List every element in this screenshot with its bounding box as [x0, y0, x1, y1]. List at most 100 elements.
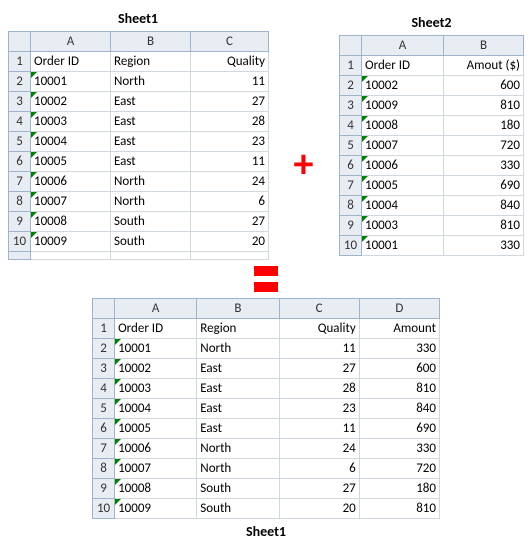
cell[interactable]: 10008 [31, 212, 111, 232]
select-all-corner[interactable] [93, 299, 115, 319]
cell[interactable]: 6 [279, 459, 359, 479]
cell[interactable]: 11 [279, 419, 359, 439]
row-header[interactable]: 4 [93, 379, 115, 399]
cell[interactable]: 690 [443, 176, 523, 196]
cell[interactable]: 10006 [31, 172, 111, 192]
cell[interactable]: 330 [443, 236, 523, 256]
cell[interactable]: 810 [359, 499, 439, 519]
row-header[interactable]: 5 [9, 132, 31, 152]
row-header[interactable]: 9 [9, 212, 31, 232]
row-header[interactable]: 1 [93, 319, 115, 339]
row-header[interactable]: 4 [339, 116, 361, 136]
row-header[interactable]: 10 [93, 499, 115, 519]
row-header[interactable]: 2 [93, 339, 115, 359]
row-header[interactable]: 10 [9, 232, 31, 252]
row-header[interactable]: 3 [93, 359, 115, 379]
cell[interactable]: 10001 [361, 236, 443, 256]
cell[interactable]: 330 [443, 156, 523, 176]
row-header[interactable]: 3 [9, 92, 31, 112]
cell[interactable]: 10005 [31, 152, 111, 172]
row-header[interactable]: 6 [9, 152, 31, 172]
cell[interactable]: 690 [359, 419, 439, 439]
cell[interactable]: 10003 [361, 216, 443, 236]
cell[interactable]: North [111, 172, 191, 192]
row-header[interactable]: 5 [93, 399, 115, 419]
cell[interactable]: North [111, 72, 191, 92]
col-header-B[interactable]: B [443, 36, 523, 56]
cell[interactable]: 27 [191, 92, 269, 112]
cell[interactable]: 10002 [361, 76, 443, 96]
cell[interactable]: 810 [359, 379, 439, 399]
cell[interactable]: 11 [191, 152, 269, 172]
header-cell[interactable]: Order ID [31, 52, 111, 72]
cell[interactable]: 600 [359, 359, 439, 379]
cell[interactable]: 10009 [361, 96, 443, 116]
row-header[interactable]: 8 [339, 196, 361, 216]
cell[interactable]: 10007 [31, 192, 111, 212]
cell[interactable]: South [197, 499, 279, 519]
cell[interactable]: 28 [279, 379, 359, 399]
cell[interactable]: 20 [191, 232, 269, 252]
cell[interactable]: 840 [443, 196, 523, 216]
row-header[interactable]: 8 [9, 192, 31, 212]
header-cell[interactable]: Region [111, 52, 191, 72]
cell[interactable]: 10008 [115, 479, 197, 499]
row-header[interactable]: 7 [93, 439, 115, 459]
col-header-A[interactable]: A [31, 32, 111, 52]
col-header-B[interactable]: B [111, 32, 191, 52]
cell[interactable]: South [111, 232, 191, 252]
cell[interactable]: 20 [279, 499, 359, 519]
col-header-C[interactable]: C [191, 32, 269, 52]
cell[interactable]: South [197, 479, 279, 499]
col-header-D[interactable]: D [359, 299, 439, 319]
cell[interactable]: 27 [279, 359, 359, 379]
cell[interactable]: 10003 [115, 379, 197, 399]
cell[interactable]: 720 [443, 136, 523, 156]
cell[interactable] [191, 252, 269, 260]
cell[interactable]: 330 [359, 439, 439, 459]
row-header[interactable]: 7 [9, 172, 31, 192]
cell[interactable]: 6 [191, 192, 269, 212]
header-cell[interactable]: Amout ($) [443, 56, 523, 76]
cell[interactable]: 23 [279, 399, 359, 419]
cell[interactable]: 10005 [361, 176, 443, 196]
cell[interactable]: 10004 [115, 399, 197, 419]
cell[interactable]: 330 [359, 339, 439, 359]
cell[interactable]: 10006 [361, 156, 443, 176]
row-header[interactable]: 3 [339, 96, 361, 116]
col-header-A[interactable]: A [361, 36, 443, 56]
cell[interactable]: 180 [443, 116, 523, 136]
cell[interactable]: 24 [191, 172, 269, 192]
header-cell[interactable]: Region [197, 319, 279, 339]
row-header[interactable]: 10 [339, 236, 361, 256]
row-header[interactable]: 9 [93, 479, 115, 499]
cell[interactable]: East [197, 359, 279, 379]
row-header[interactable]: 2 [339, 76, 361, 96]
cell[interactable]: 10007 [361, 136, 443, 156]
cell[interactable]: 10001 [31, 72, 111, 92]
cell[interactable]: 810 [443, 96, 523, 116]
cell[interactable]: 27 [191, 212, 269, 232]
row-header[interactable]: 4 [9, 112, 31, 132]
cell[interactable]: North [197, 459, 279, 479]
row-header[interactable]: 9 [339, 216, 361, 236]
col-header-A[interactable]: A [115, 299, 197, 319]
header-cell[interactable]: Order ID [361, 56, 443, 76]
cell[interactable]: 11 [279, 339, 359, 359]
row-header[interactable]: 1 [9, 52, 31, 72]
cell[interactable]: 10007 [115, 459, 197, 479]
row-header[interactable]: 6 [93, 419, 115, 439]
cell[interactable]: East [111, 132, 191, 152]
row-header[interactable]: 5 [339, 136, 361, 156]
cell[interactable] [31, 252, 111, 260]
cell[interactable]: 10004 [31, 132, 111, 152]
cell[interactable]: South [111, 212, 191, 232]
cell[interactable]: 10008 [361, 116, 443, 136]
row-header[interactable]: 7 [339, 176, 361, 196]
cell[interactable]: 180 [359, 479, 439, 499]
cell[interactable]: East [111, 112, 191, 132]
cell[interactable]: 10009 [31, 232, 111, 252]
col-header-C[interactable]: C [279, 299, 359, 319]
cell[interactable]: 27 [279, 479, 359, 499]
cell[interactable]: 840 [359, 399, 439, 419]
